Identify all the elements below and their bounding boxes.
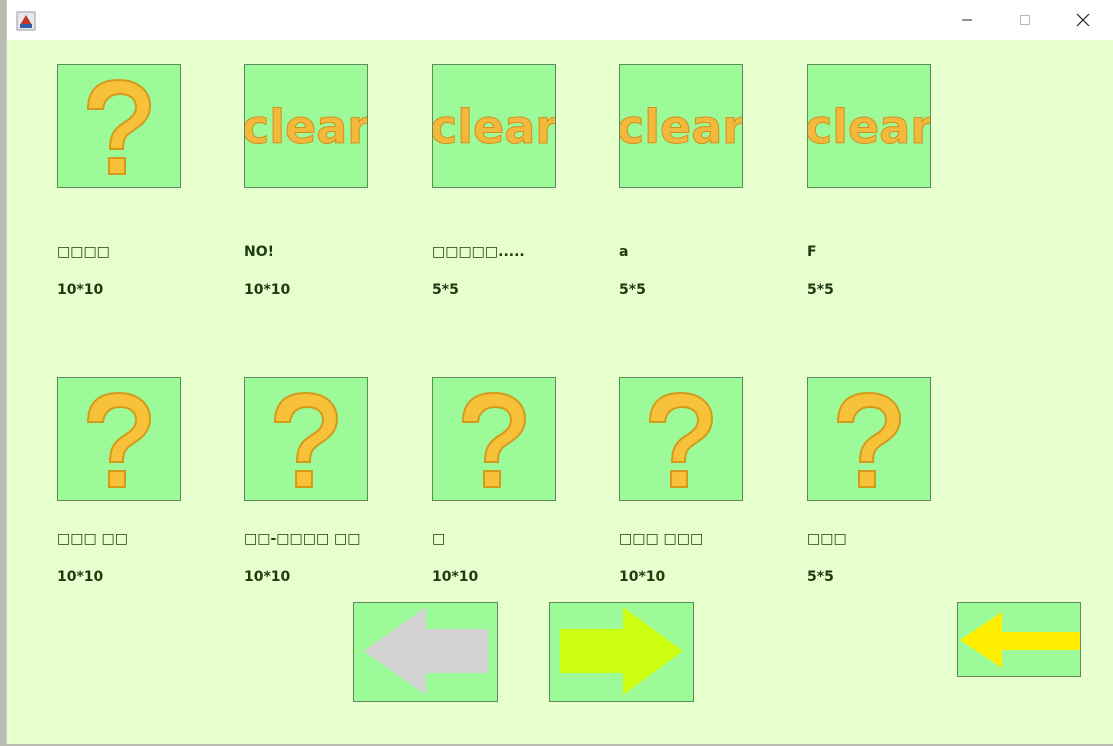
level-tile-2[interactable]: clear — [244, 64, 368, 188]
java-app-icon — [16, 11, 36, 31]
level-size-5: 5*5 — [807, 282, 834, 298]
prev-page-button[interactable] — [353, 602, 498, 702]
level-size-4: 5*5 — [619, 282, 646, 298]
close-button[interactable] — [1054, 0, 1112, 40]
level-name-2: NO! — [244, 244, 275, 260]
level-tile-4[interactable]: clear — [619, 64, 743, 188]
level-size-8: 10*10 — [432, 569, 479, 585]
question-mark-icon — [86, 391, 152, 488]
level-tile-7[interactable] — [244, 377, 368, 501]
level-tile-8[interactable] — [432, 377, 556, 501]
level-tile-6[interactable] — [57, 377, 181, 501]
question-mark-icon — [273, 391, 339, 488]
arrow-right-icon — [560, 607, 683, 695]
level-name-3: □□□□□..... — [432, 244, 525, 260]
clear-icon: clear — [245, 100, 367, 155]
game-window: clear clear clear clear □□□□ 10*10 NO! 1… — [6, 0, 1113, 744]
question-mark-icon — [461, 391, 527, 488]
level-name-6: □□□ □□ — [57, 531, 129, 547]
svg-text:clear: clear — [808, 100, 930, 154]
level-size-7: 10*10 — [244, 569, 291, 585]
level-name-10: □□□ — [807, 531, 847, 547]
question-mark-icon — [86, 78, 152, 175]
clear-icon: clear — [433, 100, 555, 155]
svg-text:clear: clear — [433, 100, 555, 154]
level-name-5: F — [807, 244, 817, 260]
level-tile-5[interactable]: clear — [807, 64, 931, 188]
level-name-7: □□-□□□□ □□ — [244, 531, 361, 547]
level-name-9: □□□ □□□ — [619, 531, 704, 547]
svg-text:clear: clear — [245, 100, 367, 154]
maximize-button — [996, 0, 1054, 40]
level-tile-3[interactable]: clear — [432, 64, 556, 188]
arrow-left-icon — [364, 607, 488, 695]
back-arrow-icon — [960, 612, 1080, 668]
level-size-9: 10*10 — [619, 569, 666, 585]
level-name-4: a — [619, 244, 629, 260]
level-size-1: 10*10 — [57, 282, 104, 298]
level-name-1: □□□□ — [57, 244, 110, 260]
level-name-8: □ — [432, 531, 446, 547]
minimize-button[interactable] — [938, 0, 996, 40]
level-tile-1[interactable] — [57, 64, 181, 188]
clear-icon: clear — [620, 100, 742, 155]
level-size-3: 5*5 — [432, 282, 459, 298]
next-page-button[interactable] — [549, 602, 694, 702]
question-mark-icon — [648, 391, 714, 488]
close-icon — [1076, 13, 1090, 27]
back-button[interactable] — [957, 602, 1081, 677]
svg-text:clear: clear — [620, 100, 742, 154]
maximize-icon — [1020, 15, 1030, 25]
question-mark-icon — [836, 391, 902, 488]
clear-icon: clear — [808, 100, 930, 155]
title-bar — [7, 0, 1113, 40]
minimize-icon — [962, 19, 972, 21]
level-size-10: 5*5 — [807, 569, 834, 585]
level-size-2: 10*10 — [244, 282, 291, 298]
level-size-6: 10*10 — [57, 569, 104, 585]
level-tile-10[interactable] — [807, 377, 931, 501]
level-tile-9[interactable] — [619, 377, 743, 501]
